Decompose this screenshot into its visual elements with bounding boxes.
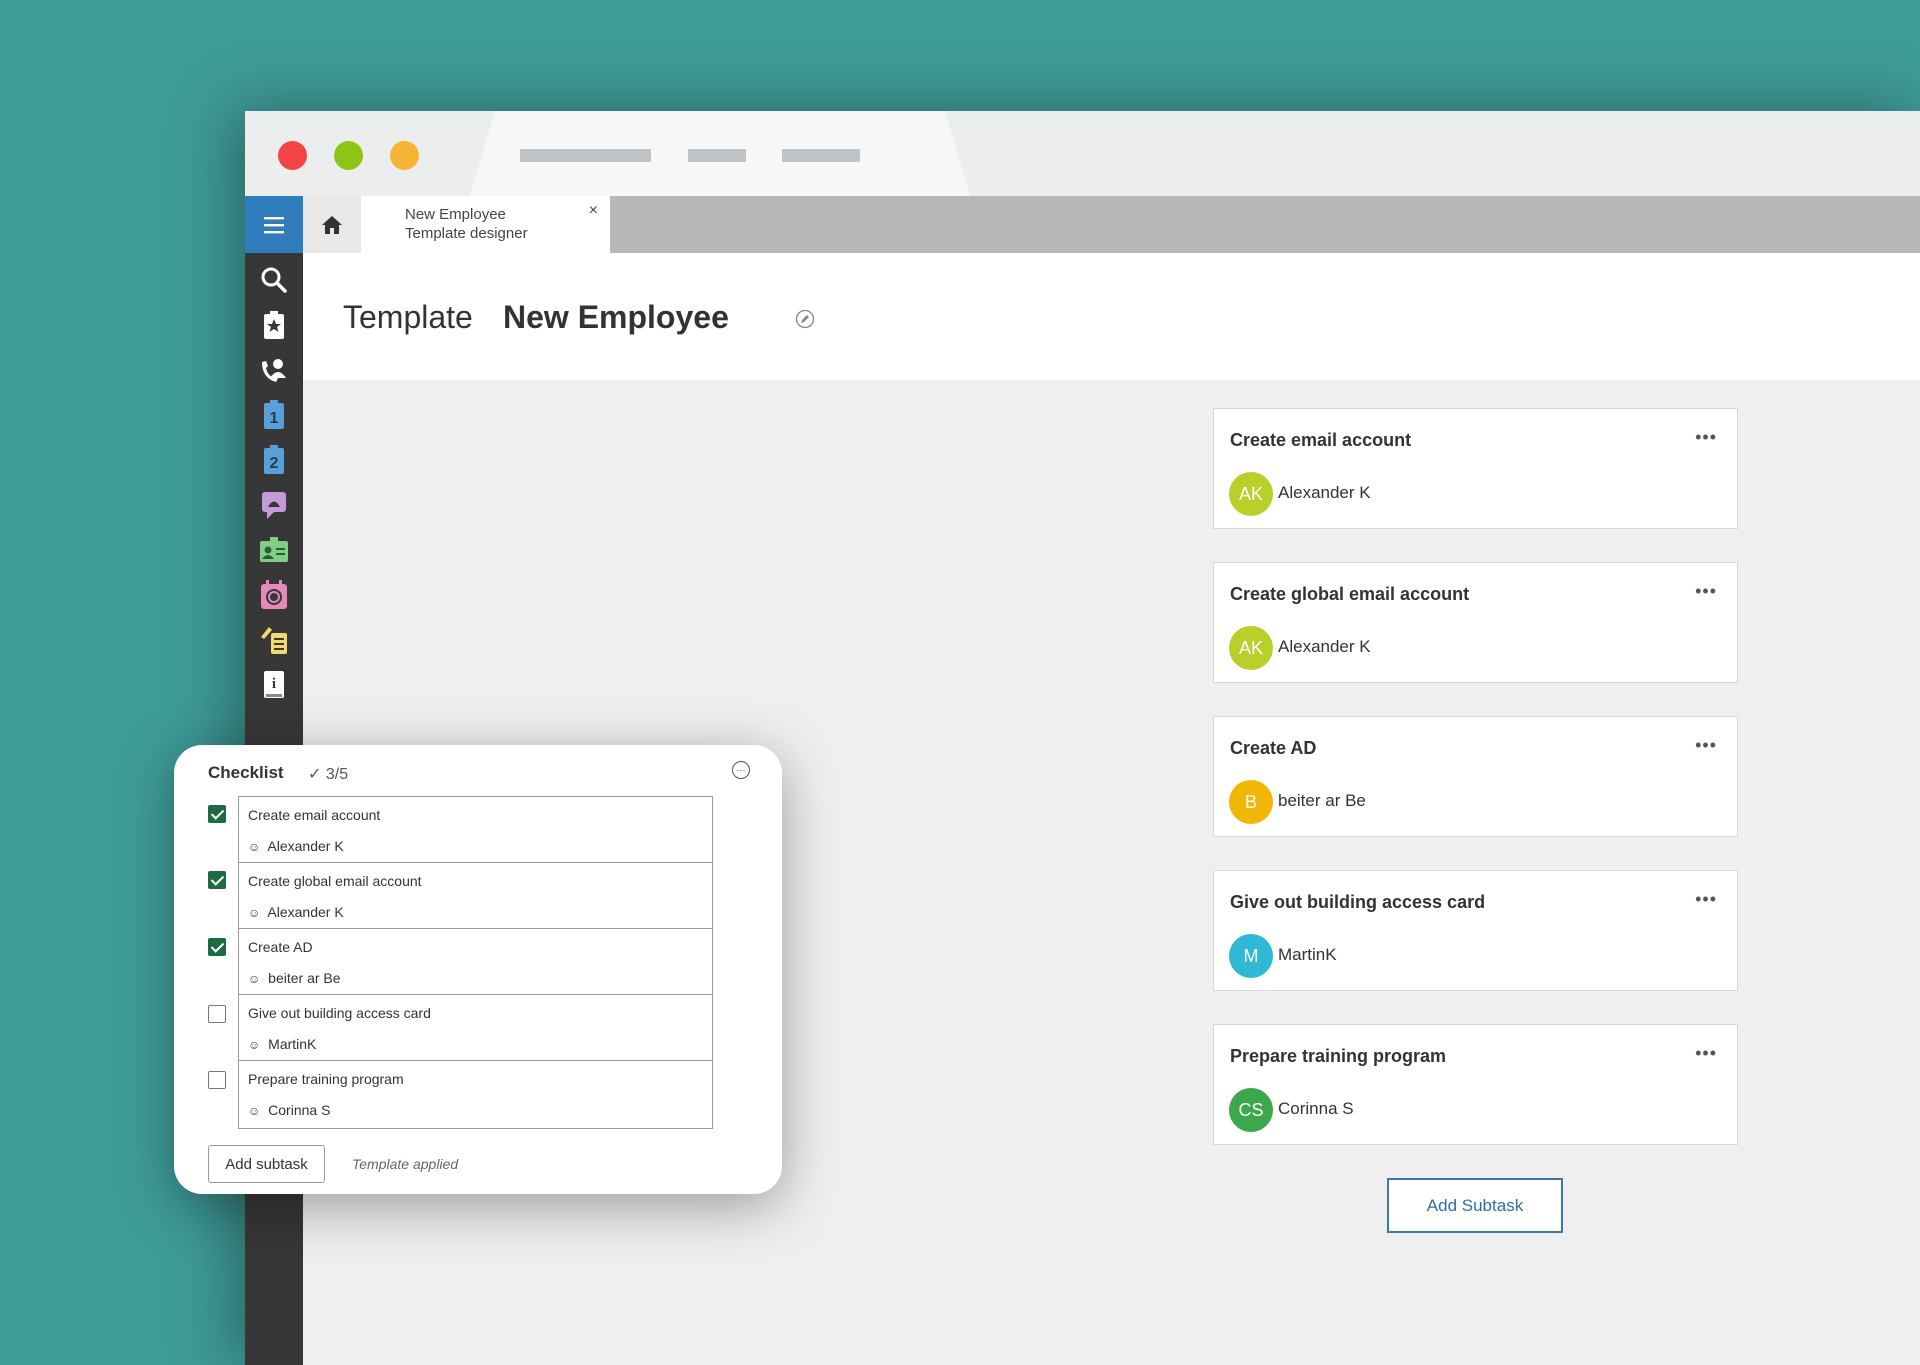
- subtask-card[interactable]: Give out building access card ••• M Mart…: [1213, 870, 1738, 991]
- svg-text:1: 1: [270, 410, 279, 427]
- chat-icon[interactable]: [259, 490, 289, 520]
- checklist-row[interactable]: Create global email account ☺ Alexander …: [239, 863, 712, 929]
- tab-placeholder-1: [520, 149, 651, 162]
- level-2-icon[interactable]: 2: [259, 445, 289, 475]
- more-options-icon[interactable]: •••: [1695, 735, 1717, 756]
- checklist-row[interactable]: Give out building access card ☺ MartinK: [239, 995, 712, 1061]
- minimize-window-dot[interactable]: [390, 141, 419, 170]
- template-name: New Employee: [503, 299, 729, 335]
- svg-text:i: i: [272, 676, 276, 692]
- home-button[interactable]: [303, 196, 361, 253]
- checklist-row[interactable]: Prepare training program ☺ Corinna S: [239, 1061, 712, 1127]
- item-title: Create AD: [248, 939, 313, 955]
- assignee-name: Alexander K: [1278, 637, 1371, 656]
- more-options-icon[interactable]: •••: [1695, 581, 1717, 602]
- contacts-icon[interactable]: [259, 355, 289, 385]
- assignee-name: Alexander K: [267, 838, 344, 854]
- status-text: Template applied: [352, 1156, 459, 1172]
- user-icon: ☺: [248, 906, 261, 920]
- tab-placeholder-3: [782, 149, 860, 162]
- assignee-name: Alexander K: [1278, 483, 1371, 502]
- more-options-icon[interactable]: •••: [1695, 1043, 1717, 1064]
- user-icon: ☺: [248, 840, 261, 854]
- edit-icon[interactable]: [795, 309, 815, 329]
- subtask-card[interactable]: Prepare training program ••• CS Corinna …: [1213, 1024, 1738, 1145]
- tab-template-designer[interactable]: New Employee Template designer ×: [361, 196, 610, 253]
- home-icon: [322, 215, 342, 234]
- checklist-title: Checklist: [208, 763, 284, 782]
- checklist-table: Create email account ☺ Alexander K Creat…: [238, 796, 713, 1129]
- item-title: Give out building access card: [248, 1005, 431, 1021]
- subtask-title: Create email account: [1230, 430, 1412, 450]
- item-title: Create global email account: [248, 873, 422, 889]
- id-card-icon[interactable]: [259, 535, 289, 565]
- window-titlebar: [245, 111, 1920, 196]
- checklist-progress: ✓ 3/5: [308, 766, 349, 783]
- maximize-window-dot[interactable]: [334, 141, 363, 170]
- subtask-card[interactable]: Create email account ••• AK Alexander K: [1213, 408, 1738, 529]
- tasks-icon[interactable]: [259, 625, 289, 655]
- add-subtask-button[interactable]: Add subtask: [208, 1145, 325, 1183]
- user-icon: ☺: [248, 972, 261, 986]
- subtask-title: Give out building access card: [1230, 892, 1486, 912]
- item-assignee: ☺ beiter ar Be: [248, 970, 341, 986]
- checklist-row[interactable]: Create AD ☺ beiter ar Be: [239, 929, 712, 995]
- page-header: Template New Employee: [303, 253, 1920, 380]
- assignee-name: beiter ar Be: [268, 970, 341, 986]
- checklist-row[interactable]: Create email account ☺ Alexander K: [239, 797, 712, 863]
- level-1-icon[interactable]: 1: [259, 400, 289, 430]
- tab-bar: New Employee Template designer ×: [245, 196, 1920, 253]
- assignee-name: Corinna S: [268, 1102, 331, 1118]
- info-icon[interactable]: i: [259, 670, 289, 700]
- item-assignee: ☺ Corinna S: [248, 1102, 330, 1118]
- calendar-icon[interactable]: [259, 580, 289, 610]
- item-title: Create email account: [248, 807, 381, 823]
- user-icon: ☺: [248, 1038, 261, 1052]
- subtask-title: Create global email account: [1230, 584, 1470, 604]
- subtask-title: Create AD: [1230, 738, 1317, 758]
- assignee-name: MartinK: [268, 1036, 317, 1052]
- avatar: AK: [1229, 472, 1273, 516]
- checkbox[interactable]: [208, 805, 226, 823]
- checkbox[interactable]: [208, 1071, 226, 1089]
- more-options-icon[interactable]: •••: [1695, 427, 1717, 448]
- menu-button[interactable]: [245, 196, 303, 253]
- item-assignee: ☺ Alexander K: [248, 838, 344, 854]
- tab-title: New Employee: [405, 206, 506, 223]
- more-options-icon[interactable]: •••: [1695, 889, 1717, 910]
- assignee-name: Corinna S: [1278, 1099, 1354, 1118]
- search-icon[interactable]: [259, 265, 289, 295]
- subtask-title: Prepare training program: [1230, 1046, 1447, 1066]
- item-assignee: ☺ Alexander K: [248, 904, 344, 920]
- checkbox[interactable]: [208, 1005, 226, 1023]
- avatar: B: [1229, 780, 1273, 824]
- tab-placeholder-2: [688, 149, 746, 162]
- assignee-name: MartinK: [1278, 945, 1337, 964]
- tab-subtitle: Template designer: [405, 225, 528, 242]
- avatar: AK: [1229, 626, 1273, 670]
- checklist-panel: Checklist ✓ 3/5 ··· Create email account…: [174, 745, 782, 1194]
- more-options-icon[interactable]: ···: [732, 761, 750, 779]
- item-title: Prepare training program: [248, 1071, 404, 1087]
- avatar: M: [1229, 934, 1273, 978]
- subtask-card[interactable]: Create global email account ••• AK Alexa…: [1213, 562, 1738, 683]
- subtask-card[interactable]: Create AD ••• B beiter ar Be: [1213, 716, 1738, 837]
- checkbox[interactable]: [208, 938, 226, 956]
- close-tab-button[interactable]: ×: [589, 202, 598, 220]
- template-label: Template: [343, 299, 473, 335]
- hamburger-icon: [264, 216, 284, 233]
- avatar: CS: [1229, 1088, 1273, 1132]
- user-icon: ☺: [248, 1104, 261, 1118]
- item-assignee: ☺ MartinK: [248, 1036, 316, 1052]
- assignee-name: beiter ar Be: [1278, 791, 1366, 810]
- add-subtask-button[interactable]: Add Subtask: [1387, 1178, 1563, 1233]
- close-window-dot[interactable]: [278, 141, 307, 170]
- checkbox[interactable]: [208, 871, 226, 889]
- svg-text:2: 2: [270, 455, 279, 472]
- assignee-name: Alexander K: [267, 904, 344, 920]
- favorites-icon[interactable]: [259, 310, 289, 340]
